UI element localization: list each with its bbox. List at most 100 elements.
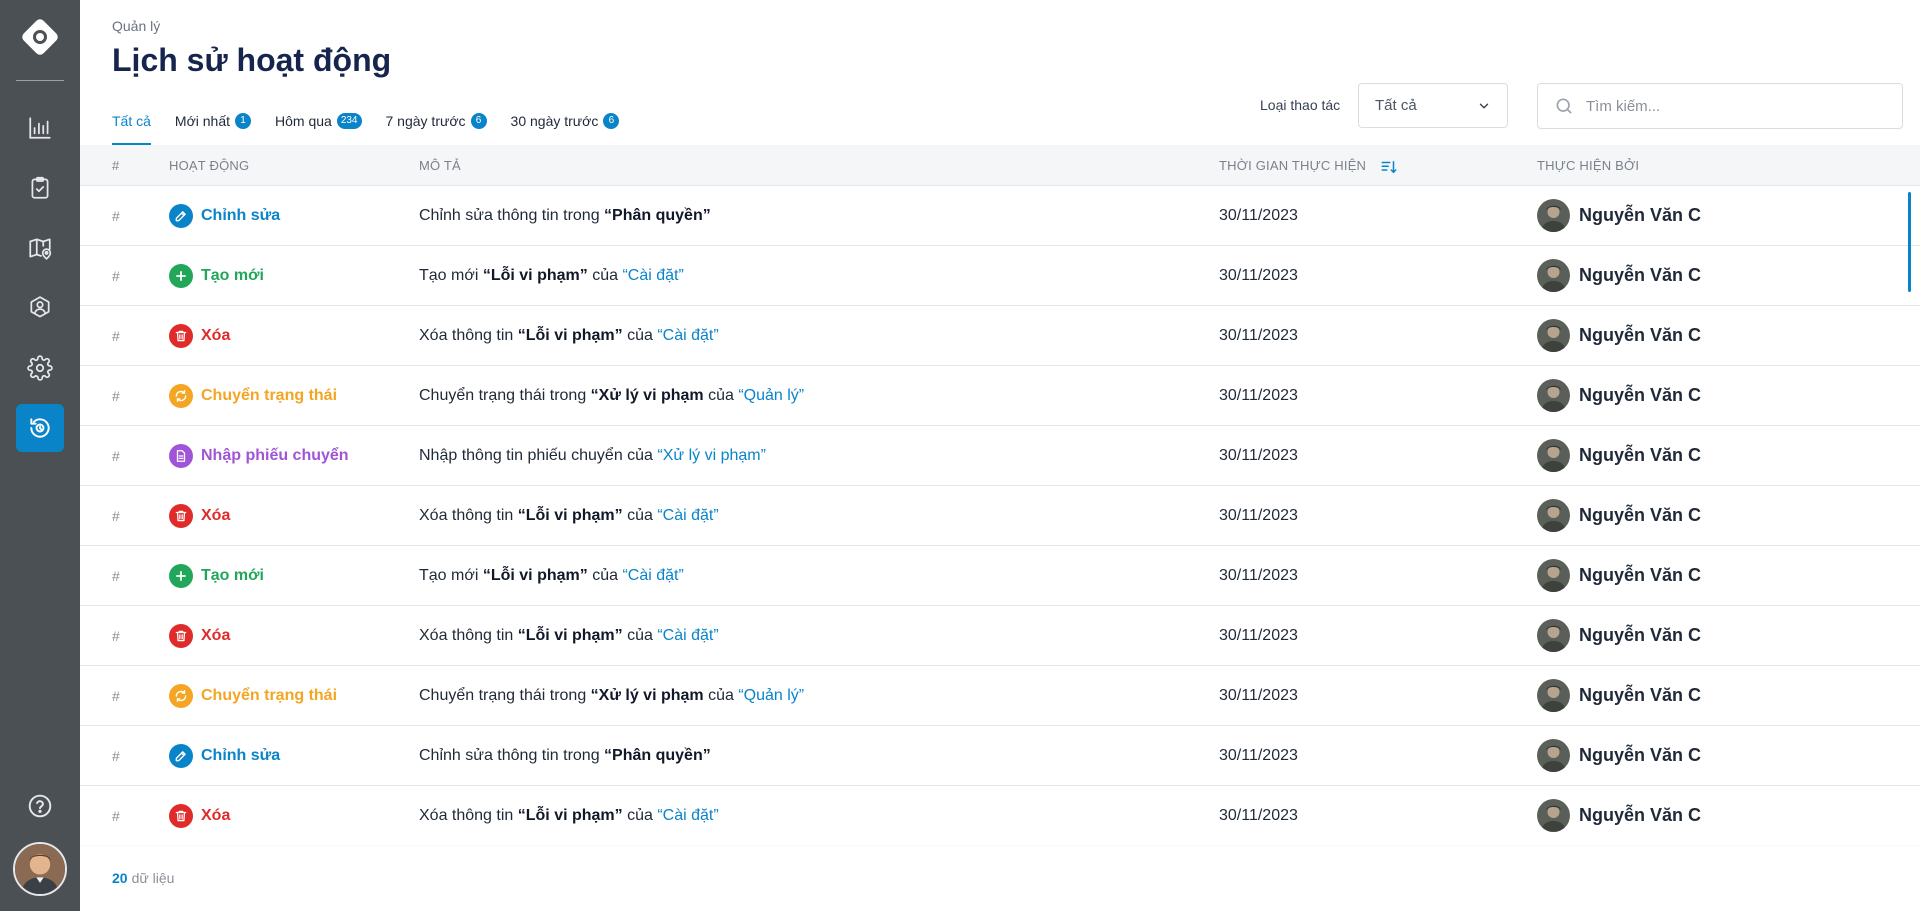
table-row[interactable]: # Chỉnh sửa Chỉnh sửa thông tin trong “Phâ…: [80, 186, 1920, 246]
sidebar-item-help[interactable]: [16, 782, 64, 830]
time-cell: 30/11/2023: [1219, 746, 1298, 764]
table-body: # Chỉnh sửa Chỉnh sửa thông tin trong “Phâ…: [80, 186, 1920, 846]
user-name: Nguyễn Văn C: [1579, 625, 1702, 645]
activity-label: Xóa: [201, 506, 231, 524]
tab-yesterday[interactable]: Hôm qua 234: [275, 110, 362, 132]
table-row[interactable]: # Nhập phiếu chuyển Nhập thông tin phiếu c…: [80, 426, 1920, 486]
tab-label: Tất cả: [112, 113, 151, 129]
description-target: “Lỗi vi phạm”: [482, 266, 588, 284]
clipboard-check-icon: [31, 176, 49, 199]
app-root: Quản lý Lịch sử hoạt động Tất cả Mới nhấ…: [0, 0, 1920, 911]
tab-newest[interactable]: Mới nhất 1: [175, 110, 251, 132]
description-connector: của: [622, 326, 658, 344]
table-row[interactable]: # Chuyển trạng thái Chuyển trạng thái tron…: [80, 666, 1920, 726]
row-index: #: [112, 267, 120, 284]
column-header-index: #: [112, 158, 120, 173]
time-cell: 30/11/2023: [1219, 566, 1298, 584]
time-cell: 30/11/2023: [1219, 266, 1298, 284]
description-link[interactable]: “Quản lý”: [738, 687, 804, 705]
activity-cell: Chỉnh sửa: [169, 726, 280, 785]
tab-all[interactable]: Tất cả: [112, 110, 151, 146]
activity-cell: Chỉnh sửa: [169, 186, 280, 245]
row-index: #: [112, 447, 120, 464]
record-count: 20 dữ liệu: [112, 870, 174, 886]
activity-label: Xóa: [201, 806, 231, 824]
avatar: [1537, 379, 1570, 412]
table-row[interactable]: # Xóa Xóa thông tin “Lỗi vi phạm” của “Cài…: [80, 306, 1920, 366]
user-cell: Nguyễn Văn C: [1537, 726, 1701, 785]
logo-icon[interactable]: [20, 17, 60, 57]
row-index: #: [112, 207, 120, 224]
description-target: “Lỗi vi phạm”: [482, 566, 588, 584]
description-cell: Tạo mới “Lỗi vi phạm” của “Cài đặt”: [419, 246, 684, 305]
search-box: [1537, 83, 1903, 129]
time-cell: 30/11/2023: [1219, 326, 1298, 344]
count-badge: 6: [603, 113, 620, 129]
map-pin-icon: [29, 238, 52, 260]
description-link[interactable]: “Cài đặt”: [622, 267, 683, 285]
scrollbar[interactable]: [1908, 192, 1911, 292]
description-target: “Phân quyền”: [604, 746, 711, 764]
column-header-description: MÔ TẢ: [419, 158, 461, 173]
tab-30-days[interactable]: 30 ngày trước 6: [511, 110, 620, 132]
time-cell: 30/11/2023: [1219, 206, 1298, 224]
time-cell: 30/11/2023: [1219, 686, 1298, 704]
table-row[interactable]: # Xóa Xóa thông tin “Lỗi vi phạm” của “Cài…: [80, 606, 1920, 666]
description-connector: của: [587, 266, 623, 284]
tab-bar: Tất cả Mới nhất 1 Hôm qua 234 7 ngày trư…: [112, 110, 620, 146]
action-type-value: Tất cả: [1375, 97, 1417, 114]
activity-label: Chuyển trạng thái: [201, 386, 338, 404]
description-link[interactable]: “Cài đặt”: [657, 327, 718, 345]
description-link[interactable]: “Cài đặt”: [657, 507, 718, 525]
edit-icon: [169, 203, 193, 228]
table-row[interactable]: # Chuyển trạng thái Chuyển trạng thái tron…: [80, 366, 1920, 426]
column-header-time[interactable]: THỜI GIAN THỰC HIỆN: [1219, 145, 1398, 186]
table-row[interactable]: # Tạo mới Tạo mới “Lỗi vi phạm” của “Cài đ…: [80, 246, 1920, 306]
user-name: Nguyễn Văn C: [1579, 385, 1702, 405]
user-name: Nguyễn Văn C: [1579, 325, 1702, 345]
sidebar-item-settings[interactable]: [16, 344, 64, 392]
tab-7-days[interactable]: 7 ngày trước 6: [386, 110, 487, 132]
description-link[interactable]: “Xử lý vi phạm”: [657, 447, 766, 465]
description-link[interactable]: “Cài đặt”: [657, 807, 718, 825]
sidebar-item-statistics[interactable]: [16, 104, 64, 152]
description-link[interactable]: “Quản lý”: [738, 387, 804, 405]
refresh-icon: [169, 683, 193, 708]
time-cell: 30/11/2023: [1219, 386, 1298, 404]
avatar[interactable]: [13, 842, 67, 896]
sidebar-item-history[interactable]: [16, 404, 64, 452]
column-header-activity: HOẠT ĐỘNG: [169, 158, 250, 173]
description-text: Xóa thông tin: [419, 506, 518, 524]
description-link[interactable]: “Cài đặt”: [622, 567, 683, 585]
sidebar-item-users[interactable]: [16, 284, 64, 332]
activity-cell: Tạo mới: [169, 246, 264, 305]
user-name: Nguyễn Văn C: [1579, 685, 1702, 705]
sort-icon[interactable]: [1380, 158, 1398, 176]
table-row[interactable]: # Xóa Xóa thông tin “Lỗi vi phạm” của “Cài…: [80, 486, 1920, 546]
description-link[interactable]: “Cài đặt”: [657, 627, 718, 645]
activity-label: Xóa: [201, 326, 231, 344]
trash-icon: [169, 623, 193, 648]
description-target: “Lỗi vi phạm”: [517, 326, 623, 344]
count-badge: 234: [336, 113, 362, 129]
breadcrumb[interactable]: Quản lý: [112, 18, 160, 34]
row-index: #: [112, 747, 120, 764]
sidebar-item-map[interactable]: [16, 224, 64, 272]
activity-label: Chỉnh sửa: [201, 206, 281, 224]
search-input[interactable]: [1586, 97, 1886, 115]
plus-icon: [169, 563, 193, 588]
user-name: Nguyễn Văn C: [1579, 445, 1702, 465]
action-type-select[interactable]: Tất cả: [1358, 83, 1508, 128]
activity-label: Chuyển trạng thái: [201, 686, 338, 704]
description-text: Xóa thông tin: [419, 806, 518, 824]
user-name: Nguyễn Văn C: [1579, 565, 1702, 585]
table-row[interactable]: # Tạo mới Tạo mới “Lỗi vi phạm” của “Cài đ…: [80, 546, 1920, 606]
edit-icon: [169, 743, 193, 768]
sidebar-item-tasks[interactable]: [16, 164, 64, 212]
table-header: # HOẠT ĐỘNG MÔ TẢ THỜI GIAN THỰC HIỆN TH…: [80, 145, 1920, 186]
table-row[interactable]: # Chỉnh sửa Chỉnh sửa thông tin trong “Phâ…: [80, 726, 1920, 786]
activity-label: Chỉnh sửa: [201, 746, 281, 764]
document-icon: [169, 443, 193, 468]
description-text: Chỉnh sửa thông tin trong: [419, 746, 605, 764]
row-index: #: [112, 687, 120, 704]
